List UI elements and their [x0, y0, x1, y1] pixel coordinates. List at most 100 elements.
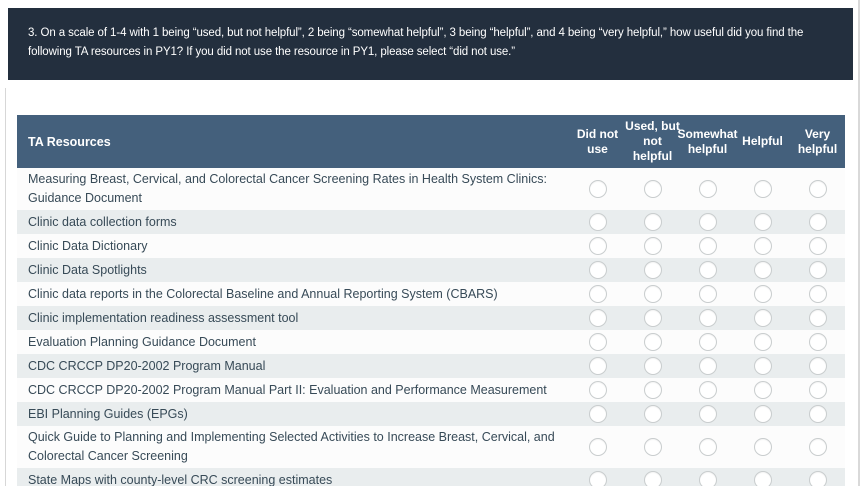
- radio-somewhat-helpful[interactable]: [699, 261, 717, 279]
- column-header-very-helpful: Very helpful: [790, 123, 845, 161]
- choice-cell-somewhat-helpful: [680, 405, 735, 423]
- radio-used-but-not-helpful[interactable]: [644, 237, 662, 255]
- matrix-row: Clinic Data Dictionary: [17, 234, 845, 258]
- radio-helpful[interactable]: [754, 333, 772, 351]
- radio-very-helpful[interactable]: [809, 471, 827, 486]
- resource-label: Clinic data reports in the Colorectal Ba…: [17, 283, 570, 306]
- radio-somewhat-helpful[interactable]: [699, 333, 717, 351]
- radio-used-but-not-helpful[interactable]: [644, 357, 662, 375]
- radio-helpful[interactable]: [754, 261, 772, 279]
- radio-somewhat-helpful[interactable]: [699, 405, 717, 423]
- radio-did-not-use[interactable]: [589, 237, 607, 255]
- radio-helpful[interactable]: [754, 471, 772, 486]
- radio-somewhat-helpful[interactable]: [699, 285, 717, 303]
- radio-somewhat-helpful[interactable]: [699, 381, 717, 399]
- radio-very-helpful[interactable]: [809, 285, 827, 303]
- column-header-ta-resources: TA Resources: [17, 135, 570, 149]
- matrix-row: Clinic implementation readiness assessme…: [17, 306, 845, 330]
- radio-did-not-use[interactable]: [589, 381, 607, 399]
- radio-used-but-not-helpful[interactable]: [644, 180, 662, 198]
- matrix-row: CDC CRCCP DP20-2002 Program Manual Part …: [17, 378, 845, 402]
- radio-somewhat-helpful[interactable]: [699, 471, 717, 486]
- radio-somewhat-helpful[interactable]: [699, 438, 717, 456]
- choice-cell-used-but-not-helpful: [625, 471, 680, 486]
- choice-cell-very-helpful: [790, 438, 845, 456]
- vertical-scrollbar[interactable]: [858, 0, 860, 486]
- radio-did-not-use[interactable]: [589, 405, 607, 423]
- radio-used-but-not-helpful[interactable]: [644, 261, 662, 279]
- radio-used-but-not-helpful[interactable]: [644, 309, 662, 327]
- choice-cell-somewhat-helpful: [680, 381, 735, 399]
- radio-helpful[interactable]: [754, 357, 772, 375]
- choice-cell-helpful: [735, 438, 790, 456]
- radio-somewhat-helpful[interactable]: [699, 213, 717, 231]
- radio-used-but-not-helpful[interactable]: [644, 333, 662, 351]
- radio-did-not-use[interactable]: [589, 309, 607, 327]
- radio-very-helpful[interactable]: [809, 333, 827, 351]
- choice-cell-did-not-use: [570, 213, 625, 231]
- choice-cell-did-not-use: [570, 357, 625, 375]
- radio-helpful[interactable]: [754, 309, 772, 327]
- radio-very-helpful[interactable]: [809, 405, 827, 423]
- column-header-used-but-not-helpful: Used, but not helpful: [625, 115, 680, 168]
- radio-somewhat-helpful[interactable]: [699, 237, 717, 255]
- radio-very-helpful[interactable]: [809, 381, 827, 399]
- radio-very-helpful[interactable]: [809, 261, 827, 279]
- radio-somewhat-helpful[interactable]: [699, 309, 717, 327]
- resource-label: Clinic data collection forms: [17, 211, 570, 234]
- choice-cell-very-helpful: [790, 357, 845, 375]
- radio-very-helpful[interactable]: [809, 438, 827, 456]
- column-header-somewhat-helpful: Somewhat helpful: [680, 123, 735, 161]
- choice-cell-somewhat-helpful: [680, 333, 735, 351]
- radio-helpful[interactable]: [754, 285, 772, 303]
- matrix-row: Clinic Data Spotlights: [17, 258, 845, 282]
- radio-very-helpful[interactable]: [809, 357, 827, 375]
- resource-label: Clinic Data Spotlights: [17, 259, 570, 282]
- radio-did-not-use[interactable]: [589, 261, 607, 279]
- radio-somewhat-helpful[interactable]: [699, 357, 717, 375]
- choice-cell-helpful: [735, 213, 790, 231]
- radio-did-not-use[interactable]: [589, 213, 607, 231]
- radio-did-not-use[interactable]: [589, 357, 607, 375]
- choice-cell-helpful: [735, 405, 790, 423]
- choice-cell-did-not-use: [570, 333, 625, 351]
- choice-cell-somewhat-helpful: [680, 261, 735, 279]
- radio-helpful[interactable]: [754, 438, 772, 456]
- radio-very-helpful[interactable]: [809, 180, 827, 198]
- content-left-border: [5, 88, 6, 486]
- radio-helpful[interactable]: [754, 381, 772, 399]
- radio-did-not-use[interactable]: [589, 438, 607, 456]
- question-text-block: 3. On a scale of 1-4 with 1 being “used,…: [8, 8, 853, 80]
- radio-very-helpful[interactable]: [809, 237, 827, 255]
- column-header-did-not-use: Did not use: [570, 123, 625, 161]
- choice-cell-very-helpful: [790, 213, 845, 231]
- radio-helpful[interactable]: [754, 237, 772, 255]
- radio-did-not-use[interactable]: [589, 333, 607, 351]
- radio-helpful[interactable]: [754, 180, 772, 198]
- choice-cell-did-not-use: [570, 180, 625, 198]
- radio-used-but-not-helpful[interactable]: [644, 381, 662, 399]
- choice-cell-very-helpful: [790, 309, 845, 327]
- radio-did-not-use[interactable]: [589, 471, 607, 486]
- choice-cell-helpful: [735, 309, 790, 327]
- radio-used-but-not-helpful[interactable]: [644, 213, 662, 231]
- radio-used-but-not-helpful[interactable]: [644, 285, 662, 303]
- radio-very-helpful[interactable]: [809, 213, 827, 231]
- radio-helpful[interactable]: [754, 405, 772, 423]
- choice-cell-used-but-not-helpful: [625, 261, 680, 279]
- radio-did-not-use[interactable]: [589, 285, 607, 303]
- radio-used-but-not-helpful[interactable]: [644, 471, 662, 486]
- radio-did-not-use[interactable]: [589, 180, 607, 198]
- choice-cell-did-not-use: [570, 405, 625, 423]
- radio-used-but-not-helpful[interactable]: [644, 405, 662, 423]
- choice-cell-very-helpful: [790, 381, 845, 399]
- choice-cell-did-not-use: [570, 261, 625, 279]
- radio-somewhat-helpful[interactable]: [699, 180, 717, 198]
- choice-cell-somewhat-helpful: [680, 471, 735, 486]
- radio-helpful[interactable]: [754, 213, 772, 231]
- radio-used-but-not-helpful[interactable]: [644, 438, 662, 456]
- ta-resources-matrix: TA Resources Did not useUsed, but not he…: [17, 115, 845, 486]
- radio-very-helpful[interactable]: [809, 309, 827, 327]
- choice-cell-helpful: [735, 381, 790, 399]
- choice-cell-helpful: [735, 237, 790, 255]
